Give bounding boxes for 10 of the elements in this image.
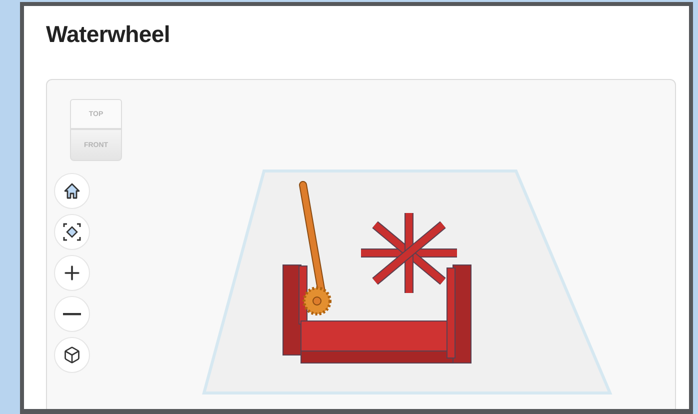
zoom-in-button[interactable] bbox=[54, 255, 90, 291]
fit-view-icon bbox=[62, 222, 82, 242]
projection-button[interactable] bbox=[54, 337, 90, 373]
home-icon bbox=[63, 182, 81, 200]
zoom-out-button[interactable] bbox=[54, 296, 90, 332]
cube-icon bbox=[63, 346, 81, 364]
minus-icon bbox=[63, 312, 81, 316]
home-button[interactable] bbox=[54, 173, 90, 209]
page-title: Waterwheel bbox=[46, 20, 171, 48]
fit-view-button[interactable] bbox=[54, 214, 90, 250]
